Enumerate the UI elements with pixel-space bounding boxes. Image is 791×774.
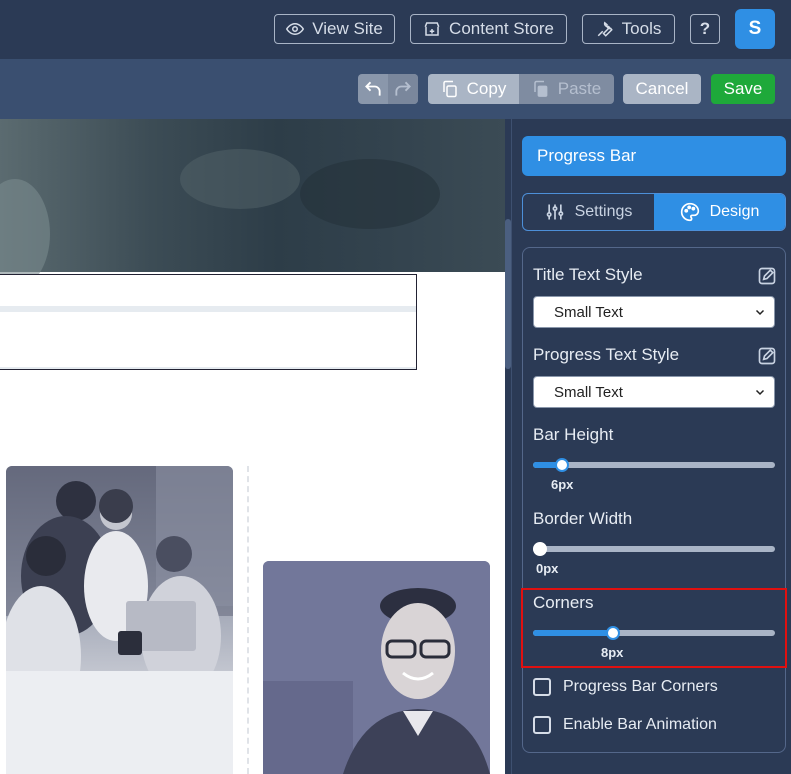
border-width-label: Border Width (533, 509, 633, 528)
corners-value: 8px (601, 645, 624, 660)
store-icon (424, 22, 440, 36)
paste-label: Paste (557, 79, 602, 98)
top-bar: View Site Content Store Tools ? S (0, 0, 791, 59)
design-settings: Title Text Style Small Text Progress Tex… (521, 247, 787, 753)
redo-button[interactable] (388, 74, 418, 104)
corners-slider[interactable] (533, 626, 775, 640)
progress-text-style-select[interactable]: Small Text (533, 376, 775, 408)
tab-design-label: Design (709, 203, 760, 220)
panel-title-text: Progress Bar (537, 146, 637, 165)
title-text-style-label: Title Text Style (533, 265, 643, 284)
cancel-button[interactable]: Cancel (623, 74, 701, 104)
undo-icon (365, 81, 381, 96)
properties-panel: Progress Bar Settings Design Title Text … (511, 119, 791, 774)
enable-bar-animation-checkbox[interactable]: Enable Bar Animation (533, 716, 717, 734)
page-canvas[interactable] (0, 119, 505, 774)
cancel-label: Cancel (635, 79, 689, 98)
bar-height-slider[interactable] (533, 458, 775, 472)
copy-paste-group: Copy Paste (428, 74, 614, 104)
sliders-icon (546, 204, 563, 220)
block-line (0, 367, 416, 369)
copy-button[interactable]: Copy (428, 74, 519, 104)
corners-label: Corners (533, 593, 594, 612)
progress-text-style-value: Small Text (554, 383, 623, 401)
progress-bar-corners-checkbox[interactable]: Progress Bar Corners (533, 678, 718, 696)
tools-button[interactable]: Tools (582, 14, 675, 44)
team-photo-art (6, 466, 233, 774)
save-label: Save (723, 79, 763, 98)
palette-icon (680, 202, 699, 222)
redo-icon (395, 81, 411, 96)
block-strip (0, 306, 416, 312)
avatar-initial: S (748, 18, 762, 39)
corners-knob[interactable] (606, 626, 620, 640)
panel-tabs: Settings Design (522, 193, 786, 231)
edit-icon[interactable] (757, 346, 777, 366)
panel-title: Progress Bar (522, 136, 786, 176)
checkbox[interactable] (533, 716, 551, 734)
tab-settings[interactable]: Settings (523, 194, 654, 230)
undo-button[interactable] (358, 74, 388, 104)
content-store-label: Content Store (449, 19, 554, 38)
chevron-down-icon (755, 389, 765, 396)
eye-icon (286, 22, 305, 36)
hero-image (0, 119, 505, 289)
progress-bar-corners-label: Progress Bar Corners (563, 678, 718, 695)
tab-settings-label: Settings (574, 203, 633, 220)
help-label: ? (699, 19, 711, 38)
content-block[interactable] (0, 274, 417, 370)
avatar[interactable]: S (735, 9, 775, 49)
enable-bar-animation-label: Enable Bar Animation (563, 716, 717, 733)
border-width-knob[interactable] (533, 542, 547, 556)
copy-label: Copy (466, 79, 507, 98)
man-photo[interactable] (263, 561, 490, 774)
man-photo-art (263, 561, 490, 774)
paste-icon (534, 80, 548, 97)
title-text-style-select[interactable]: Small Text (533, 296, 775, 328)
copy-icon (442, 80, 457, 98)
paste-button[interactable]: Paste (519, 74, 614, 104)
bar-height-knob[interactable] (555, 458, 569, 472)
help-button[interactable]: ? (690, 14, 720, 44)
editor-toolbar: Copy Paste Cancel Save (0, 59, 791, 119)
content-store-button[interactable]: Content Store (410, 14, 567, 44)
title-text-style-value: Small Text (554, 303, 623, 321)
column-divider (247, 466, 249, 774)
border-width-value: 0px (536, 561, 559, 576)
chevron-down-icon (755, 309, 765, 316)
save-button[interactable]: Save (711, 74, 775, 104)
view-site-button[interactable]: View Site (274, 14, 395, 44)
checkbox[interactable] (533, 678, 551, 696)
bar-height-value: 6px (551, 477, 574, 492)
border-width-slider[interactable] (533, 542, 775, 556)
corners-fill (533, 630, 613, 636)
progress-text-style-label: Progress Text Style (533, 345, 680, 364)
undo-redo-group (358, 74, 418, 104)
edit-icon[interactable] (757, 266, 777, 286)
wrench-icon (597, 21, 613, 37)
tab-design[interactable]: Design (654, 194, 785, 230)
team-photo[interactable] (6, 466, 233, 774)
bar-height-label: Bar Height (533, 425, 614, 444)
view-site-label: View Site (312, 19, 383, 38)
tools-label: Tools (621, 19, 662, 38)
